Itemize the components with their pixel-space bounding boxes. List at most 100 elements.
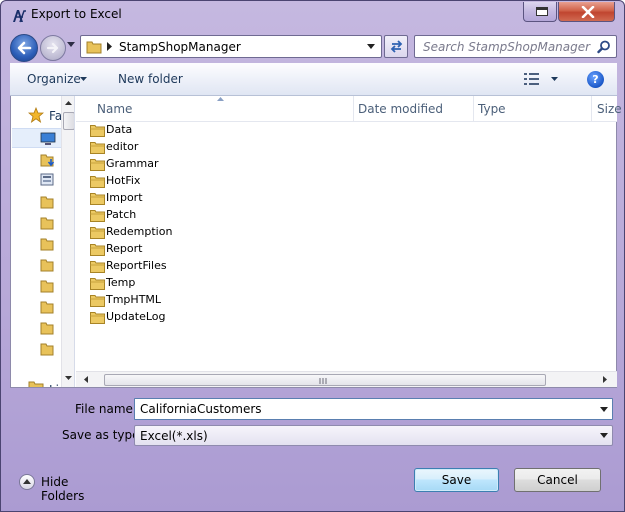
nav-pane-scroll-thumb[interactable]	[63, 112, 74, 130]
folder-icon[interactable]	[40, 341, 56, 356]
file-name: Patch	[106, 208, 137, 221]
nav-item-desktop[interactable]	[12, 128, 62, 148]
list-item[interactable]: UpdateLog	[90, 309, 190, 326]
title-bar[interactable]: Export to Excel	[1, 1, 624, 31]
refresh-button[interactable]	[384, 35, 408, 58]
navigation-pane[interactable]: Fa	[11, 96, 75, 387]
maximize-button[interactable]	[523, 2, 557, 22]
folder-icon	[90, 125, 105, 137]
organize-dropdown-icon[interactable]	[80, 77, 87, 81]
address-dropdown-icon[interactable]	[367, 44, 375, 49]
maximize-icon	[536, 7, 548, 16]
search-box[interactable]: Search StampShopManager	[414, 35, 617, 58]
command-toolbar: Organize New folder ?	[10, 63, 617, 96]
list-item[interactable]: TmpHTML	[90, 292, 190, 309]
desktop-icon	[40, 132, 56, 145]
browser-content: Fa Name Date modified Type Size Data edi…	[10, 96, 622, 388]
file-name: Report	[106, 242, 143, 255]
list-item[interactable]: Patch	[90, 207, 190, 224]
list-item[interactable]: Redemption	[90, 224, 190, 241]
column-divider[interactable]	[591, 96, 592, 121]
file-name: UpdateLog	[106, 310, 166, 323]
column-date-modified[interactable]: Date modified	[358, 102, 443, 116]
search-input[interactable]: Search StampShopManager	[423, 40, 590, 54]
scroll-left-icon[interactable]	[84, 376, 88, 383]
file-name: TmpHTML	[106, 293, 162, 306]
folder-icon	[86, 41, 102, 54]
cancel-button[interactable]: Cancel	[514, 468, 601, 492]
folder-icon[interactable]	[40, 257, 56, 272]
save-as-type-dropdown-icon[interactable]	[600, 433, 608, 438]
folder-icon	[90, 278, 105, 290]
column-header: Name Date modified Type Size	[76, 96, 622, 122]
folder-icon	[90, 244, 105, 256]
forward-button[interactable]	[40, 35, 66, 61]
libraries-icon[interactable]	[28, 380, 44, 387]
hide-folders-button[interactable]: Hide Folders	[19, 473, 115, 503]
file-name: Temp	[106, 276, 136, 289]
file-list-pane[interactable]: Name Date modified Type Size Data editor…	[76, 96, 622, 387]
list-item[interactable]: Import	[90, 190, 190, 207]
column-divider[interactable]	[473, 96, 474, 121]
scroll-down-icon[interactable]	[65, 376, 72, 380]
list-item[interactable]: editor	[90, 139, 190, 156]
close-button[interactable]	[558, 2, 615, 22]
scroll-right-icon[interactable]	[603, 376, 607, 383]
save-button[interactable]: Save	[414, 468, 499, 492]
list-item[interactable]: HotFix	[90, 173, 190, 190]
list-item[interactable]: Temp	[90, 275, 190, 292]
file-name: Data	[106, 123, 133, 136]
column-name[interactable]: Name	[97, 102, 132, 116]
column-divider[interactable]	[353, 96, 354, 121]
folder-icon	[90, 227, 105, 239]
list-item[interactable]: Data	[90, 122, 190, 139]
nav-pane-scrollbar[interactable]	[61, 96, 74, 387]
back-button[interactable]	[10, 34, 38, 62]
folder-icon[interactable]	[40, 194, 56, 209]
horizontal-scroll-thumb[interactable]	[104, 374, 546, 386]
folder-icon	[90, 142, 105, 154]
horizontal-scrollbar[interactable]	[76, 371, 617, 387]
file-name-label: File name:	[75, 402, 137, 416]
folder-icon[interactable]	[40, 236, 56, 251]
list-item[interactable]: ReportFiles	[90, 258, 190, 275]
list-item[interactable]: Grammar	[90, 156, 190, 173]
app-icon	[11, 8, 27, 24]
list-item[interactable]: Report	[90, 241, 190, 258]
column-type[interactable]: Type	[478, 102, 506, 116]
chevron-up-icon	[23, 479, 31, 484]
address-path[interactable]: StampShopManager	[119, 40, 241, 54]
breadcrumb-chevron-icon[interactable]	[107, 42, 113, 51]
folder-icon	[90, 295, 105, 307]
file-name: HotFix	[106, 174, 141, 187]
history-dropdown-icon[interactable]	[67, 42, 75, 47]
folder-icon[interactable]	[40, 278, 56, 293]
address-bar[interactable]: StampShopManager	[80, 35, 382, 58]
libraries-label[interactable]: Li	[49, 383, 59, 387]
folder-icon	[90, 210, 105, 222]
views-icon[interactable]	[524, 73, 540, 85]
recent-places-icon[interactable]	[40, 173, 56, 188]
folder-icon[interactable]	[40, 215, 56, 230]
column-size[interactable]: Size	[597, 102, 622, 116]
save-as-type-select[interactable]: Excel(*.xls)	[134, 425, 613, 446]
folder-icon	[90, 193, 105, 205]
folder-icon	[90, 159, 105, 171]
hide-folders-label: Hide Folders	[41, 475, 85, 503]
help-icon[interactable]: ?	[587, 71, 604, 88]
downloads-folder-icon[interactable]	[40, 152, 56, 167]
views-dropdown-icon[interactable]	[551, 77, 558, 81]
file-name-value[interactable]: CaliforniaCustomers	[140, 402, 262, 416]
folder-icon[interactable]	[40, 299, 56, 314]
organize-menu[interactable]: Organize	[27, 72, 81, 86]
search-icon[interactable]	[597, 40, 611, 54]
file-name: Import	[106, 191, 143, 204]
file-name-field[interactable]: CaliforniaCustomers	[134, 398, 613, 420]
folder-icon[interactable]	[40, 320, 56, 335]
file-name: ReportFiles	[106, 259, 167, 272]
file-name-dropdown-icon[interactable]	[600, 407, 608, 412]
new-folder-button[interactable]: New folder	[118, 72, 183, 86]
folder-icon	[90, 312, 105, 324]
file-name: editor	[106, 140, 139, 153]
scroll-up-icon[interactable]	[65, 101, 72, 105]
